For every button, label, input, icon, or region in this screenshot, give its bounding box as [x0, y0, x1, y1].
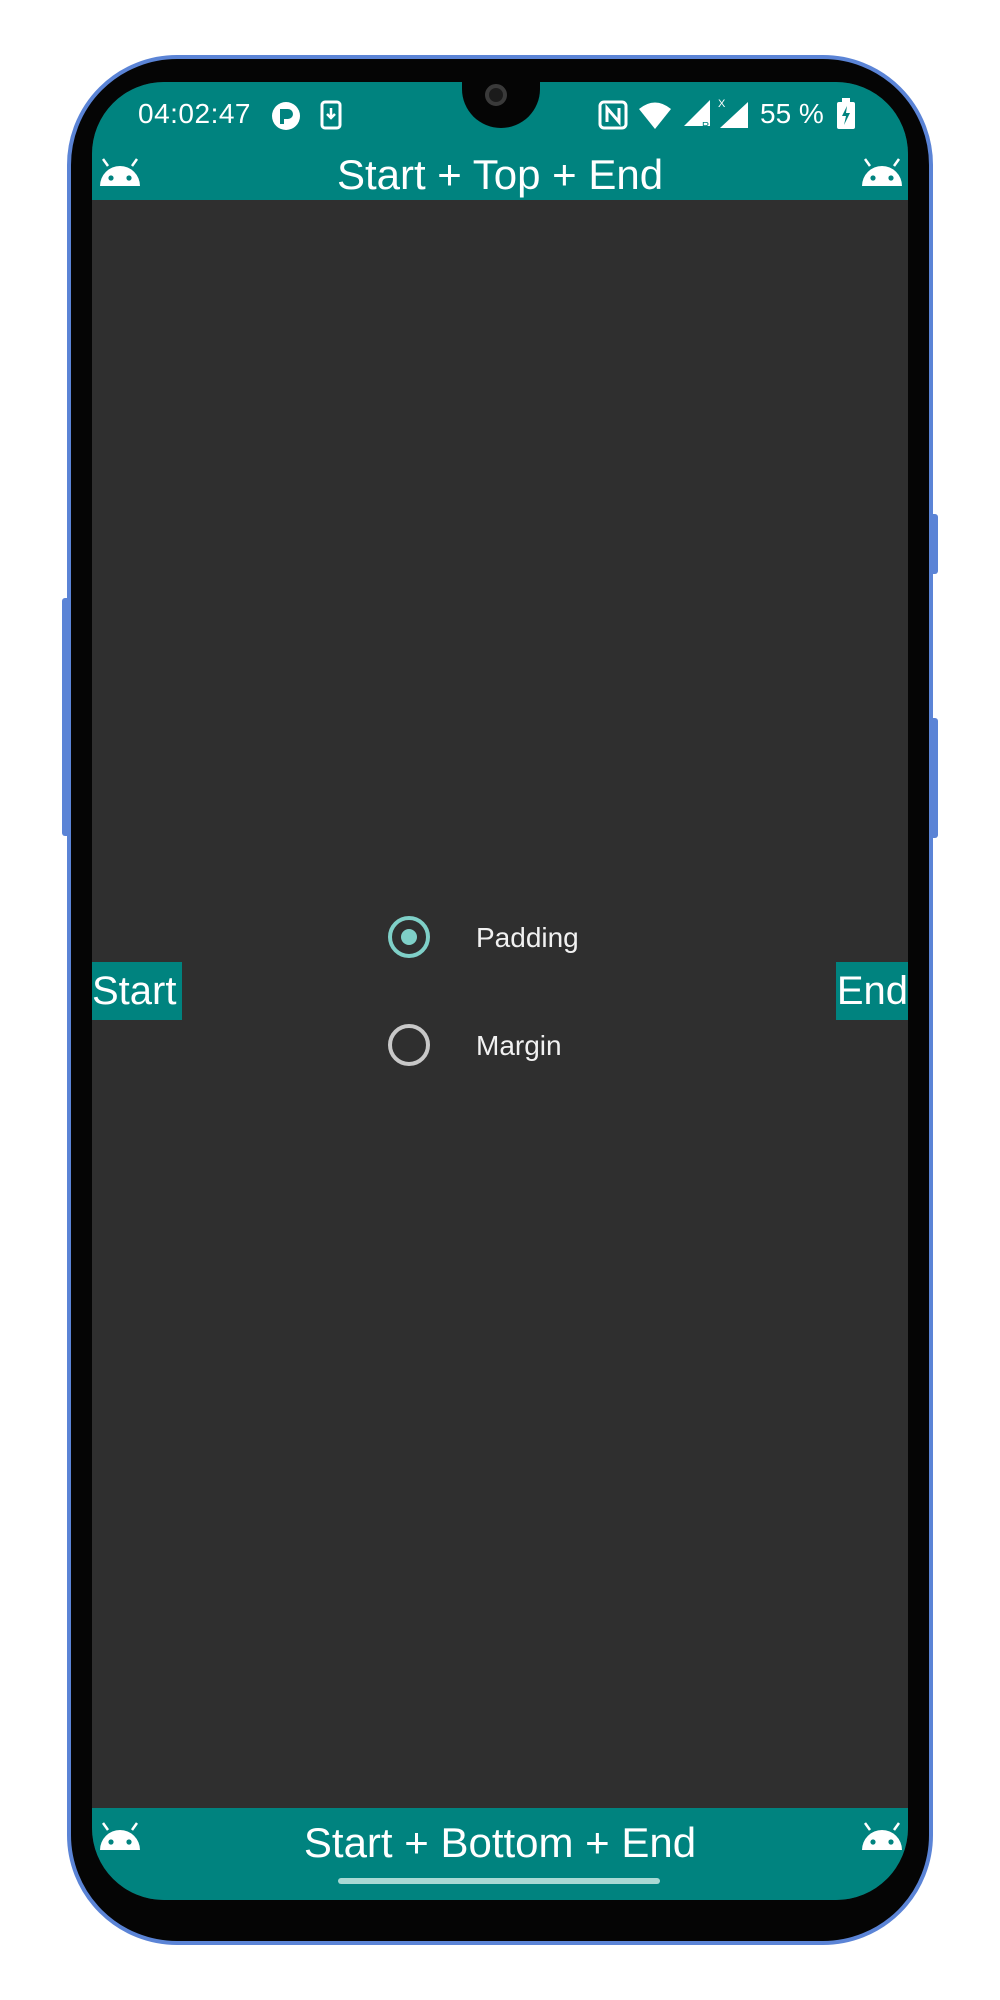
battery-charging-icon: [836, 98, 856, 135]
power-button: [930, 718, 938, 838]
bottom-bar: Start + Bottom + End: [92, 1808, 908, 1900]
svg-text:R: R: [702, 121, 709, 130]
front-camera: [485, 84, 507, 106]
end-label: End: [836, 962, 908, 1020]
radio-label-padding[interactable]: Padding: [476, 922, 579, 954]
signal-r-icon: R: [682, 98, 714, 135]
wifi-icon: [638, 102, 672, 135]
android-icon: [96, 1822, 144, 1857]
phone-screen: 04:02:47 R X 55 % Start + Top + End Star…: [92, 82, 908, 1900]
android-icon: [96, 158, 144, 193]
android-icon: [858, 158, 906, 193]
download-icon: [320, 100, 342, 135]
side-key: [930, 514, 938, 574]
radio-label-margin[interactable]: Margin: [476, 1030, 562, 1062]
nfc-icon: [598, 100, 628, 135]
svg-text:X: X: [718, 98, 726, 110]
footer-title: Start + Bottom + End: [303, 1819, 697, 1866]
start-label: Start: [92, 962, 182, 1020]
radio-checked-icon[interactable]: [388, 916, 430, 958]
header-title: Start + Top + End: [336, 151, 664, 198]
gesture-nav-handle[interactable]: [338, 1878, 660, 1884]
radio-dot: [401, 929, 417, 945]
signal-x-icon: X: [716, 96, 750, 135]
app-r-icon: [270, 100, 302, 137]
radio-unchecked-icon[interactable]: [388, 1024, 430, 1066]
android-icon: [858, 1822, 906, 1857]
status-time: 04:02:47: [138, 98, 251, 129]
battery-level: 55 %: [760, 98, 824, 129]
volume-button: [62, 598, 70, 836]
